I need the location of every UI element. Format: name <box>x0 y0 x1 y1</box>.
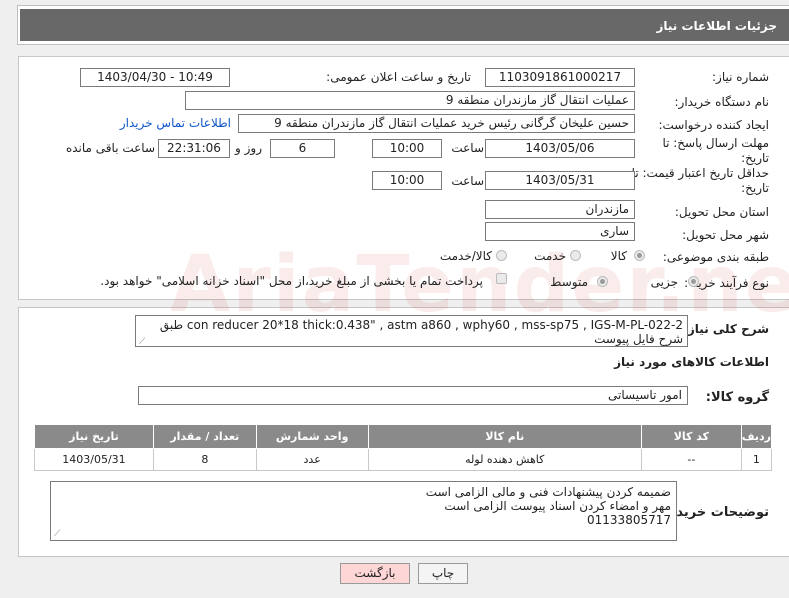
category-radio-goods-service[interactable] <box>496 250 507 261</box>
goods-section-title: اطلاعات کالاهای مورد نیاز <box>614 355 769 369</box>
col-header-item-code: کد کالا <box>640 424 742 449</box>
price-validity-label: حداقل تاریخ اعتبار قیمت: تا <box>631 166 769 180</box>
description-label: شرح کلی نیاز: <box>683 322 769 336</box>
requester-field[interactable]: حسین علیخان گرگانی رئیس خرید عملیات انتق… <box>238 114 635 133</box>
reply-time-field[interactable]: 10:00 <box>372 139 442 158</box>
purchase-type-radio-medium[interactable] <box>597 276 608 287</box>
back-button[interactable]: بازگشت <box>340 563 410 584</box>
buyer-note-line: مهر و امضاء کردن اسناد پیوست الزامی است <box>444 499 671 513</box>
col-header-need-date: تاریخ نیاز <box>34 424 154 449</box>
col-header-unit: واحد شمارش <box>255 424 369 449</box>
price-validity-time-label: ساعت <box>451 174 484 188</box>
reply-deadline-label: مهلت ارسال پاسخ: تا <box>662 136 769 150</box>
reply-time-label: ساعت <box>451 141 484 155</box>
col-header-row-no: ردیف <box>740 424 773 449</box>
city-label: شهر محل تحویل: <box>682 228 769 242</box>
purchase-type-option-medium: متوسط <box>550 275 588 289</box>
city-field[interactable]: ساری <box>485 222 635 241</box>
reply-deadline-label-date: تاریخ: <box>741 151 769 165</box>
price-validity-time-field[interactable]: 10:00 <box>372 171 442 190</box>
treasury-note: پرداخت تمام یا بخشی از مبلغ خرید،از محل … <box>100 274 483 288</box>
table-row: 1 -- کاهش دهنده لوله عدد 8 1403/05/31 <box>34 448 773 471</box>
remaining-time-label: ساعت باقی مانده <box>65 141 155 155</box>
col-header-quantity: تعداد / مقدار <box>152 424 257 449</box>
requester-label: ایجاد کننده درخواست: <box>658 118 769 132</box>
header-frame: جزئیات اطلاعات نیاز <box>17 5 789 45</box>
category-option-goods-service: کالا/خدمت <box>439 249 492 263</box>
price-validity-label-date: تاریخ: <box>741 181 769 195</box>
buyer-org-field[interactable]: عملیات انتقال گاز مازندران منطقه 9 <box>185 91 635 110</box>
need-number-field[interactable]: 1103091861000217 <box>485 68 635 87</box>
cell-unit: عدد <box>255 448 369 471</box>
print-button[interactable]: چاپ <box>418 563 468 584</box>
buyer-notes-field[interactable]: ضمیمه کردن پیشنهادات فنی و مالی الزامی ا… <box>50 481 677 541</box>
buyer-note-line: ضمیمه کردن پیشنهادات فنی و مالی الزامی ا… <box>425 485 671 499</box>
cell-item-code: -- <box>640 448 742 471</box>
purchase-type-option-minor: جزیی <box>650 275 678 289</box>
cell-item-name: کاهش دهنده لوله <box>367 448 642 471</box>
description-text: con reducer 20*18 thick:0.438" , astm a8… <box>159 318 683 346</box>
need-number-label: شماره نیاز: <box>712 70 769 84</box>
announce-datetime-field[interactable]: 1403/04/30 - 10:49 <box>80 68 230 87</box>
buyer-note-line: 01133805717 <box>587 513 671 527</box>
page-title: جزئیات اطلاعات نیاز <box>20 9 789 41</box>
reply-date-field[interactable]: 1403/05/06 <box>485 139 635 158</box>
cell-quantity: 8 <box>152 448 257 471</box>
goods-group-label: گروه کالا: <box>705 390 769 405</box>
category-label: طبقه بندی موضوعی: <box>662 250 769 264</box>
buyer-contact-link[interactable]: اطلاعات تماس خریدار <box>120 116 231 130</box>
announce-datetime-label: تاریخ و ساعت اعلان عمومی: <box>326 70 471 84</box>
category-option-goods: کالا <box>610 249 627 263</box>
goods-table-header: ردیف کد کالا نام کالا واحد شمارش تعداد /… <box>34 424 773 449</box>
purchase-type-radio-minor[interactable] <box>688 276 699 287</box>
price-validity-date-field[interactable]: 1403/05/31 <box>485 171 635 190</box>
days-label: روز و <box>235 141 262 155</box>
goods-table: ردیف کد کالا نام کالا واحد شمارش تعداد /… <box>34 424 773 471</box>
category-radio-service[interactable] <box>570 250 581 261</box>
category-option-service: خدمت <box>534 249 566 263</box>
cell-need-date: 1403/05/31 <box>34 448 154 471</box>
buyer-org-label: نام دستگاه خریدار: <box>674 95 770 109</box>
col-header-item-name: نام کالا <box>367 424 642 449</box>
province-label: استان محل تحویل: <box>674 205 769 219</box>
treasury-checkbox[interactable] <box>496 273 507 284</box>
category-radio-goods[interactable] <box>634 250 645 261</box>
days-field[interactable]: 6 <box>270 139 335 158</box>
goods-group-field[interactable]: امور تاسیساتی <box>138 386 688 405</box>
description-field[interactable]: con reducer 20*18 thick:0.438" , astm a8… <box>135 315 688 347</box>
resize-grip-icon[interactable]: ⟋ <box>54 530 62 539</box>
remaining-time-field[interactable]: 22:31:06 <box>158 139 230 158</box>
cell-row-no: 1 <box>740 448 773 471</box>
province-field[interactable]: مازندران <box>485 200 635 219</box>
resize-grip-icon[interactable]: ⟋ <box>139 338 147 347</box>
